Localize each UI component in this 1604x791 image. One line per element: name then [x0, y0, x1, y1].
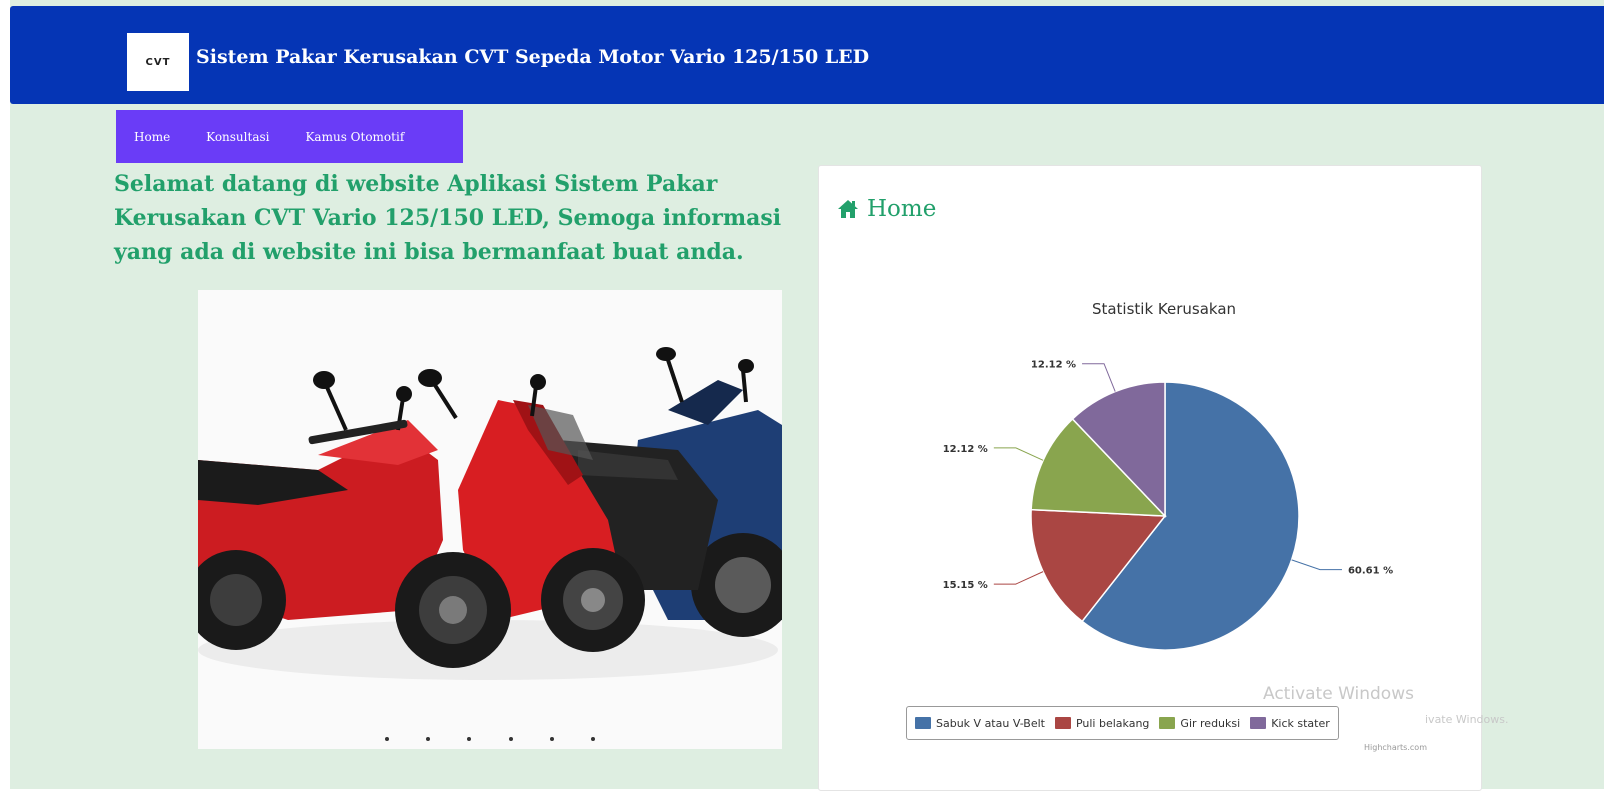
carousel-indicators — [198, 726, 782, 745]
chart-legend: Sabuk V atau V-Belt Puli belakang Gir re… — [906, 706, 1339, 740]
legend-label: Sabuk V atau V-Belt — [936, 716, 1045, 730]
legend-swatch — [1159, 717, 1176, 729]
nav-item-konsultasi[interactable]: Konsultasi — [206, 130, 269, 144]
site-title: Sistem Pakar Kerusakan CVT Sepeda Motor … — [196, 46, 870, 68]
legend-item[interactable]: Puli belakang — [1054, 716, 1150, 730]
pie-label-connector — [1082, 363, 1116, 392]
carousel-dot[interactable] — [467, 737, 472, 741]
carousel-dot[interactable] — [385, 737, 390, 741]
legend-swatch — [1054, 717, 1071, 729]
pie-data-label: 15.15 % — [943, 580, 988, 591]
legend-label: Puli belakang — [1075, 716, 1150, 730]
main-nav: Home Konsultasi Kamus Otomotif — [116, 110, 463, 163]
legend-label: Gir reduksi — [1180, 716, 1241, 730]
pie-label-connector — [993, 571, 1044, 585]
welcome-text: Selamat datang di website Aplikasi Siste… — [114, 171, 782, 265]
legend-item[interactable]: Gir reduksi — [1159, 717, 1240, 730]
legend-swatch — [915, 717, 931, 729]
windows-activation-watermark: Activate Windows — [1263, 684, 1414, 704]
chart-credits[interactable]: Highcharts.com — [1364, 743, 1427, 752]
image-carousel[interactable] — [198, 290, 782, 749]
legend-label: Kick stater — [1271, 716, 1330, 730]
legend-swatch — [1250, 717, 1267, 729]
nav-item-home[interactable]: Home — [134, 130, 170, 144]
pie-data-label: 12.12 % — [943, 444, 988, 455]
windows-activation-watermark-sub: ivate Windows. — [1425, 713, 1509, 726]
pie-chart[interactable]: 60.61 % 15.15 % 12.12 % 12.12 % — [819, 166, 1481, 706]
carousel-dot[interactable] — [590, 737, 595, 741]
carousel-dot[interactable] — [508, 737, 513, 741]
pie-label-connector — [1291, 559, 1342, 571]
motorcycles-image — [198, 347, 782, 680]
carousel-dot[interactable] — [549, 737, 554, 741]
pie-label-connector — [993, 447, 1044, 461]
legend-item[interactable]: Kick stater — [1250, 717, 1330, 730]
carousel-dot[interactable] — [426, 737, 431, 741]
site-header: CVT Sistem Pakar Kerusakan CVT Sepeda Mo… — [10, 6, 1604, 104]
site-logo[interactable]: CVT — [127, 33, 189, 91]
nav-item-kamus-otomotif[interactable]: Kamus Otomotif — [305, 130, 404, 144]
pie-data-label: 12.12 % — [1031, 360, 1076, 371]
legend-item[interactable]: Sabuk V atau V-Belt — [915, 717, 1045, 730]
pie-data-label: 60.61 % — [1348, 566, 1393, 577]
